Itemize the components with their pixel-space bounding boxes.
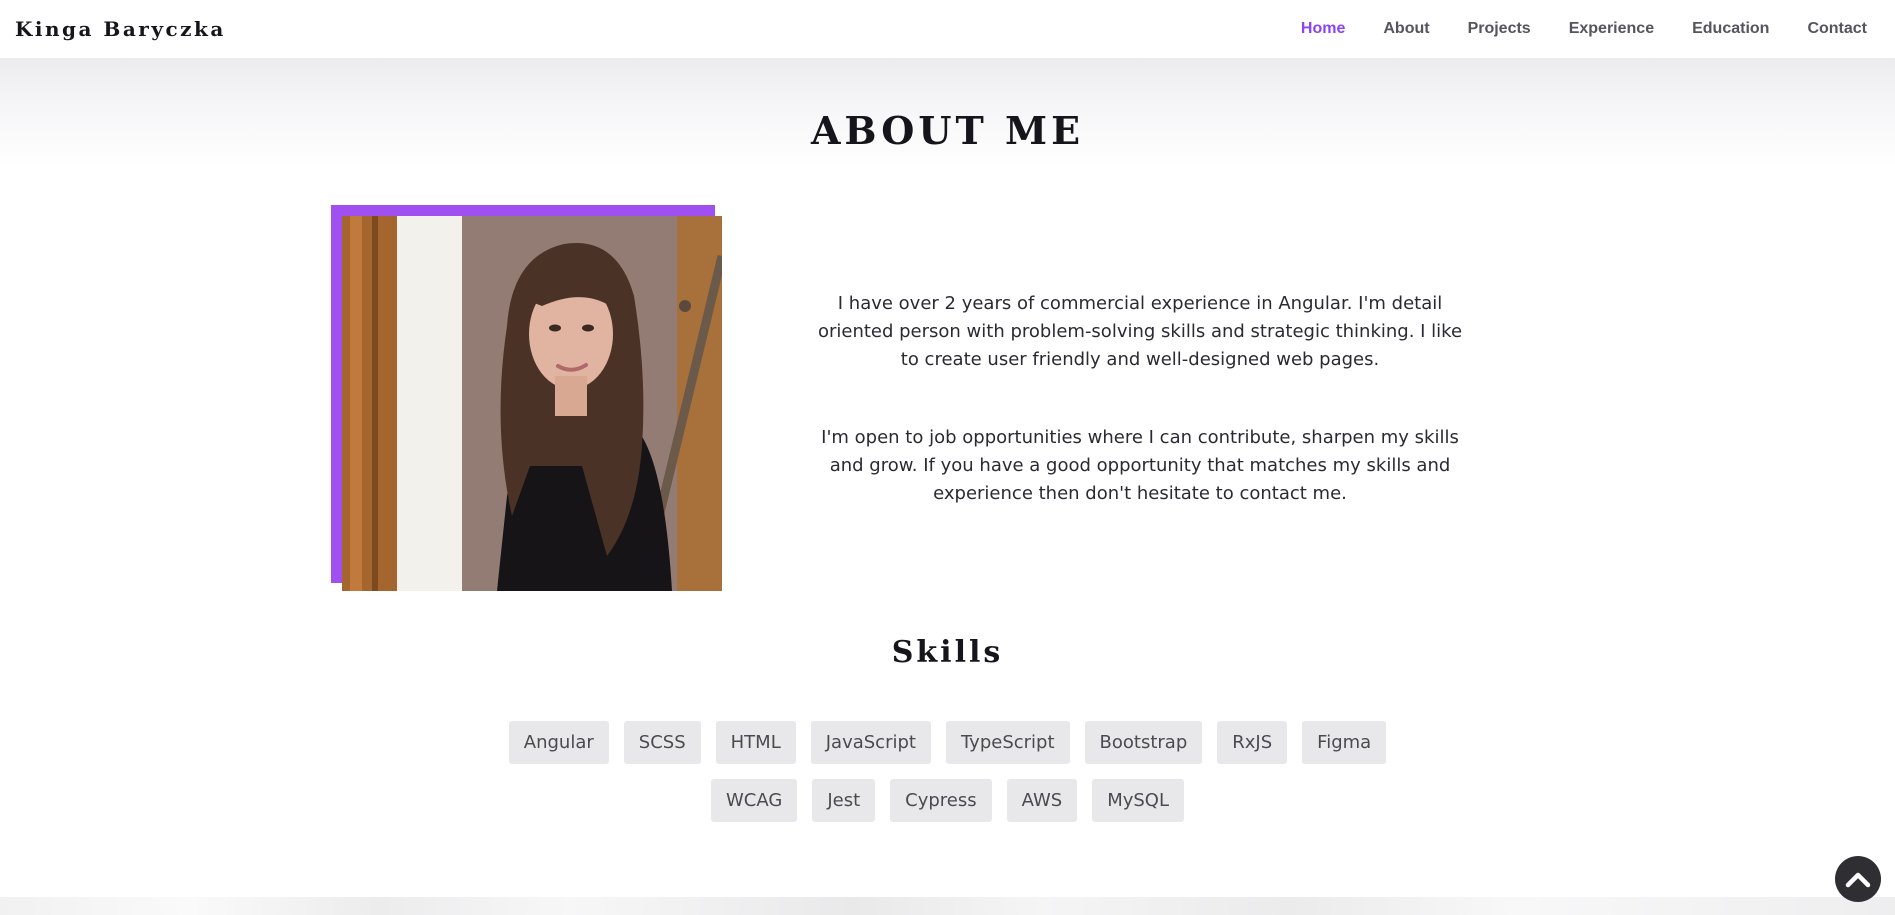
skill-chip-bootstrap: Bootstrap — [1084, 721, 1203, 764]
nav-item-experience[interactable]: Experience — [1569, 20, 1654, 38]
skill-chip-figma: Figma — [1302, 721, 1387, 764]
skill-chip-mysql: MySQL — [1092, 779, 1184, 822]
nav-menu: Home About Projects Experience Education… — [1301, 20, 1867, 38]
skills-list: Angular SCSS HTML JavaScript TypeScript … — [460, 721, 1435, 822]
profile-photo — [342, 216, 722, 591]
skill-chip-cypress: Cypress — [890, 779, 992, 822]
brand-logo[interactable]: Kinga Baryczka — [15, 17, 226, 41]
skill-chip-wcag: WCAG — [711, 779, 798, 822]
about-title: ABOUT ME — [810, 108, 1085, 153]
skill-chip-jest: Jest — [812, 779, 876, 822]
skill-chip-javascript: JavaScript — [810, 721, 931, 764]
about-paragraph-opportunities: I'm open to job opportunities where I ca… — [821, 427, 1459, 504]
skill-chip-scss: SCSS — [623, 721, 701, 764]
about-description: I have over 2 years of commercial experi… — [815, 290, 1465, 508]
skills-title: Skills — [891, 635, 1004, 670]
skill-chip-html: HTML — [715, 721, 796, 764]
chevron-up-icon — [1845, 872, 1871, 888]
nav-item-projects[interactable]: Projects — [1468, 20, 1531, 38]
nav-item-education[interactable]: Education — [1692, 20, 1769, 38]
skill-chip-rxjs: RxJS — [1217, 721, 1288, 764]
skill-chip-typescript: TypeScript — [945, 721, 1070, 764]
nav-item-contact[interactable]: Contact — [1807, 20, 1867, 38]
top-navbar: Kinga Baryczka Home About Projects Exper… — [0, 0, 1895, 58]
skill-chip-aws: AWS — [1006, 779, 1078, 822]
about-paragraph-experience: I have over 2 years of commercial experi… — [817, 293, 1463, 370]
profile-photo-illustration — [342, 216, 722, 591]
scroll-to-top-button[interactable] — [1835, 856, 1881, 902]
nav-item-about[interactable]: About — [1383, 20, 1429, 38]
nav-item-home[interactable]: Home — [1301, 20, 1345, 38]
next-section-edge — [0, 897, 1895, 915]
skill-chip-angular: Angular — [508, 721, 609, 764]
